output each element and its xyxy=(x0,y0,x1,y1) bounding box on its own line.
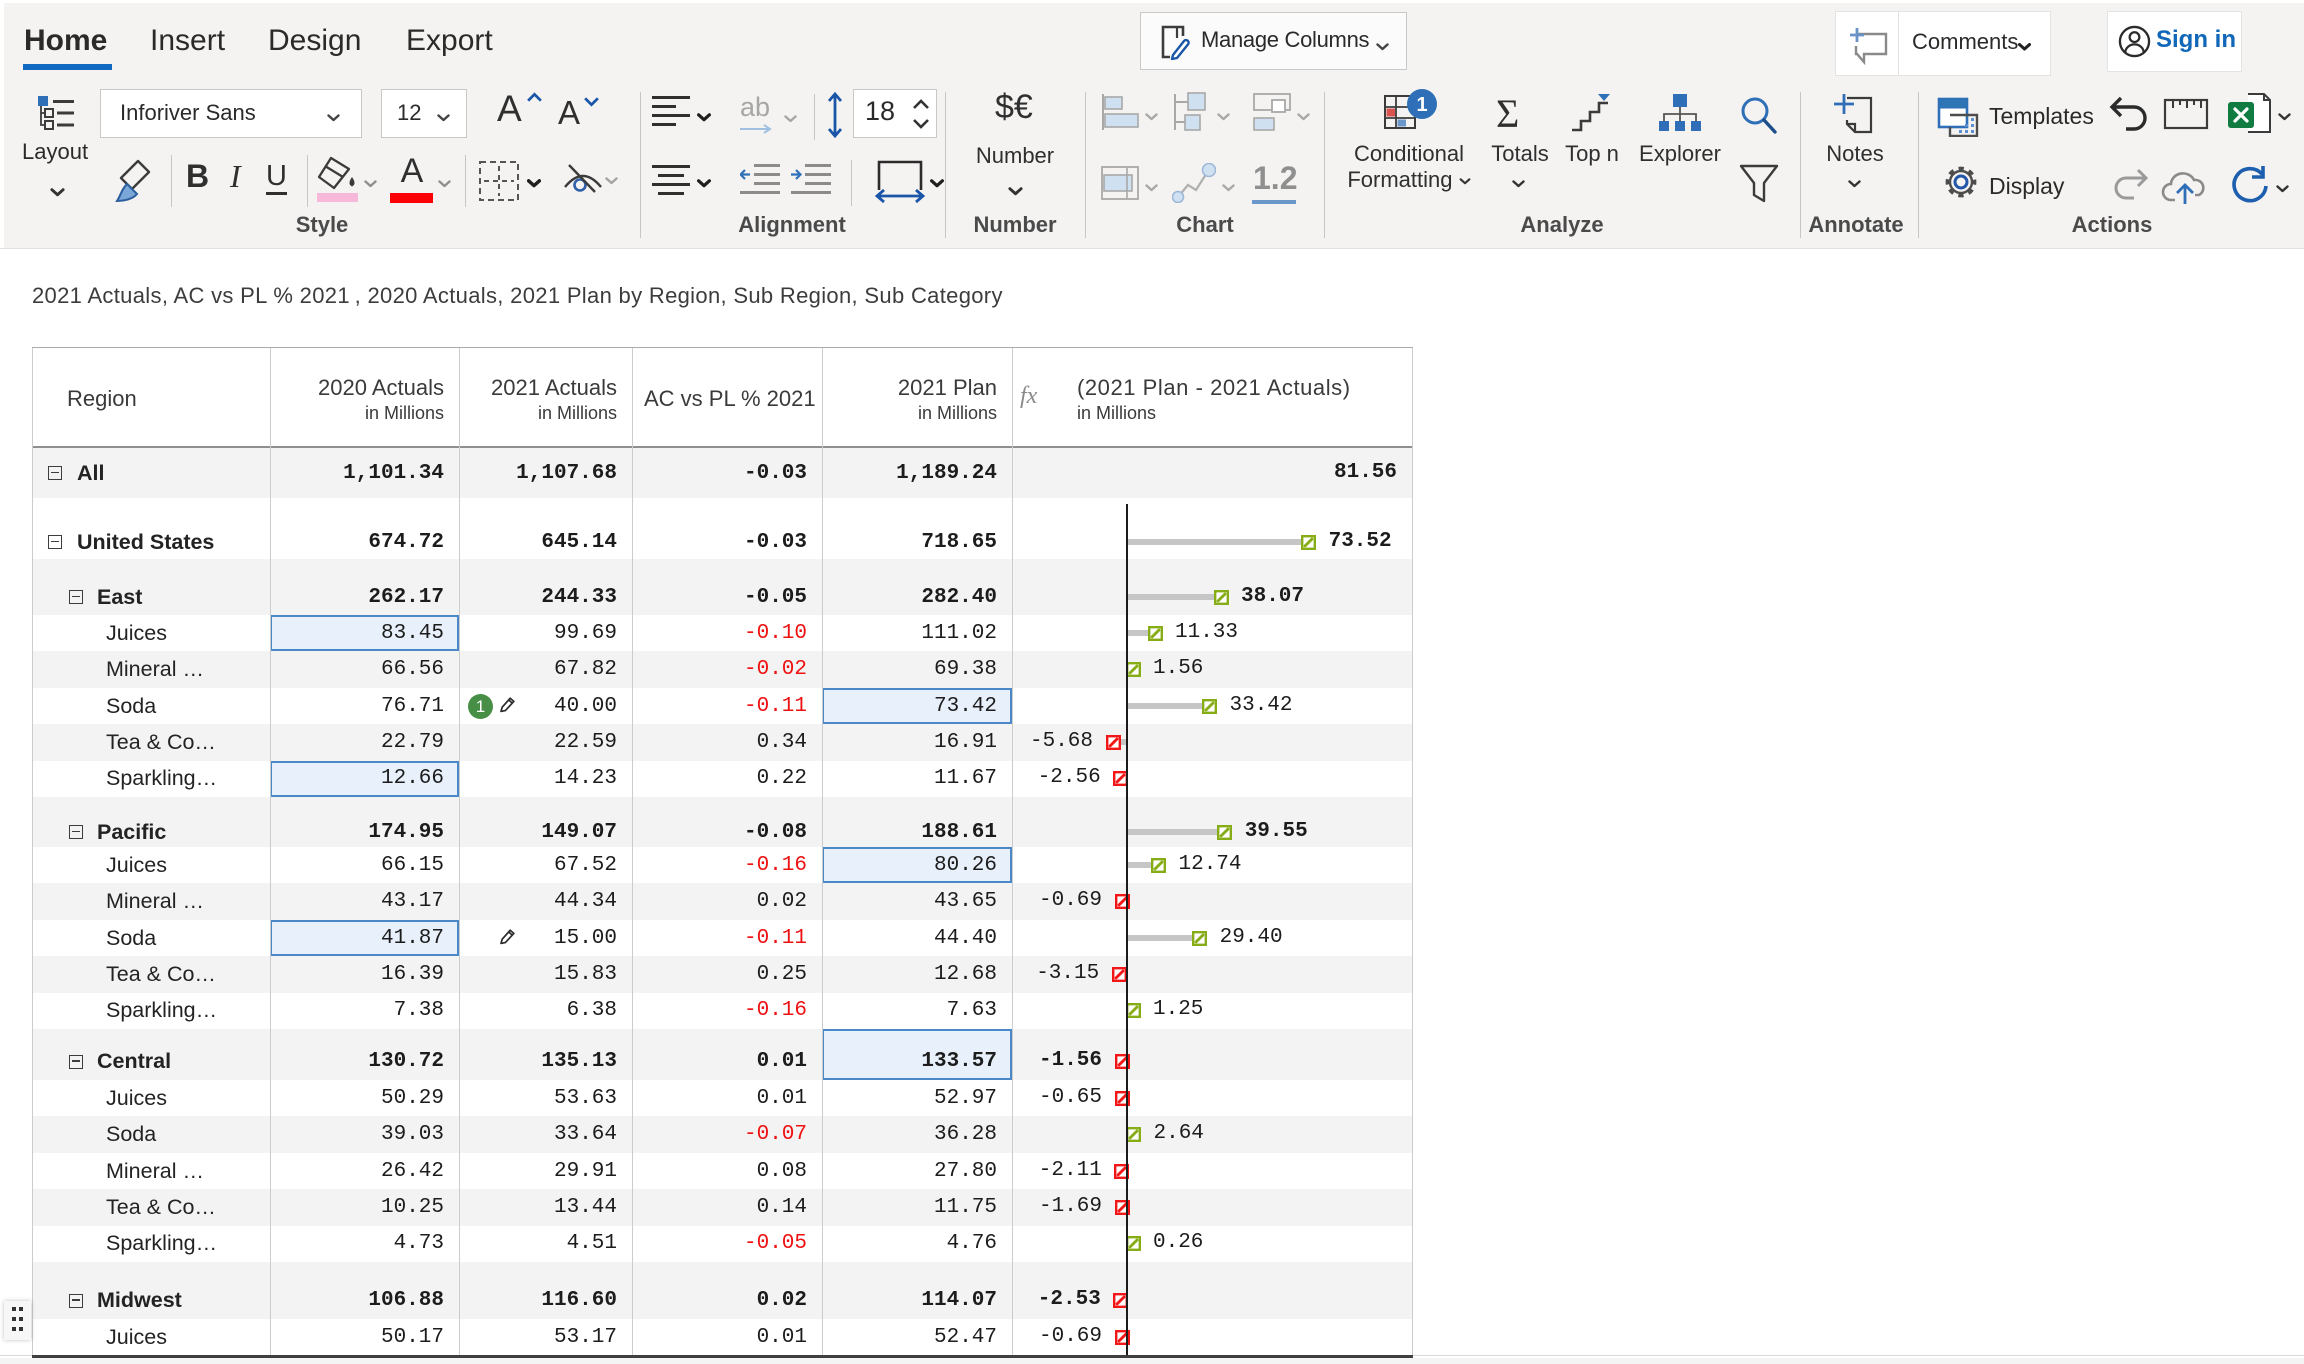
svg-text:1: 1 xyxy=(1416,94,1427,116)
